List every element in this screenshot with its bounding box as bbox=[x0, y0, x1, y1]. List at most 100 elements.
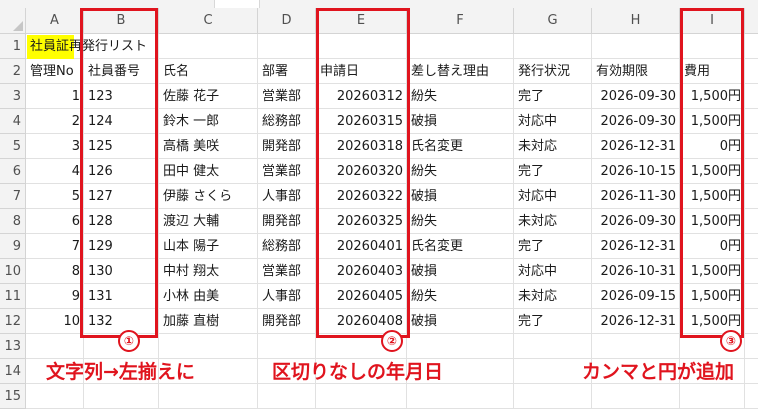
table-cell[interactable]: 3 bbox=[26, 134, 84, 159]
table-cell[interactable]: 2026-09-30 bbox=[592, 84, 680, 109]
table-cell[interactable]: 氏名変更 bbox=[407, 134, 514, 159]
table-cell[interactable]: 山本 陽子 bbox=[159, 234, 258, 259]
table-cell[interactable]: 総務部 bbox=[258, 234, 316, 259]
table-cell[interactable]: 2026-09-15 bbox=[592, 284, 680, 309]
column-header-d[interactable]: D bbox=[258, 8, 316, 34]
table-cell[interactable]: 2026-09-30 bbox=[592, 209, 680, 234]
row-header-12[interactable]: 12 bbox=[0, 309, 26, 334]
table-cell[interactable]: 対応中 bbox=[514, 184, 592, 209]
annotation-label-3: カンマと円が追加 bbox=[582, 361, 735, 383]
header-cell[interactable]: 部署 bbox=[258, 59, 316, 84]
table-cell[interactable]: 破損 bbox=[407, 259, 514, 284]
row-header-10[interactable]: 10 bbox=[0, 259, 26, 284]
table-cell[interactable]: 紛失 bbox=[407, 209, 514, 234]
row-header-7[interactable]: 7 bbox=[0, 184, 26, 209]
table-cell[interactable]: 完了 bbox=[514, 309, 592, 334]
table-cell[interactable]: 人事部 bbox=[258, 284, 316, 309]
table-cell[interactable]: 5 bbox=[26, 184, 84, 209]
table-cell[interactable]: 加藤 直樹 bbox=[159, 309, 258, 334]
table-cell[interactable]: 人事部 bbox=[258, 184, 316, 209]
row-header-14[interactable]: 14 bbox=[0, 359, 26, 384]
row-header-9[interactable]: 9 bbox=[0, 234, 26, 259]
table-cell[interactable]: 紛失 bbox=[407, 284, 514, 309]
select-all-corner[interactable] bbox=[0, 8, 26, 34]
table-cell[interactable]: 破損 bbox=[407, 309, 514, 334]
row-header-13[interactable]: 13 bbox=[0, 334, 26, 359]
table-cell[interactable]: 2026-10-15 bbox=[592, 159, 680, 184]
sheet-title[interactable]: 社員証再発行リスト bbox=[26, 34, 326, 59]
table-cell[interactable]: 対応中 bbox=[514, 259, 592, 284]
row-header-1[interactable]: 1 bbox=[0, 34, 26, 59]
header-cell[interactable]: 有効期限 bbox=[592, 59, 680, 84]
row-header-3[interactable]: 3 bbox=[0, 84, 26, 109]
table-cell[interactable]: 10 bbox=[26, 309, 84, 334]
column-header-a[interactable]: A bbox=[26, 8, 84, 34]
highlight-box-request-date bbox=[316, 8, 410, 338]
table-cell[interactable]: 未対応 bbox=[514, 134, 592, 159]
table-cell[interactable]: 対応中 bbox=[514, 109, 592, 134]
top-strip bbox=[0, 0, 758, 8]
table-cell[interactable]: 開発部 bbox=[258, 134, 316, 159]
table-cell[interactable]: 開発部 bbox=[258, 309, 316, 334]
table-cell[interactable]: 2026-12-31 bbox=[592, 309, 680, 334]
table-cell[interactable]: 営業部 bbox=[258, 159, 316, 184]
table-cell[interactable]: 2026-12-31 bbox=[592, 134, 680, 159]
table-cell[interactable]: 1 bbox=[26, 84, 84, 109]
table-cell[interactable]: 営業部 bbox=[258, 259, 316, 284]
table-cell[interactable]: 営業部 bbox=[258, 84, 316, 109]
table-cell[interactable]: 4 bbox=[26, 159, 84, 184]
badge-2: ② bbox=[381, 330, 403, 352]
table-cell[interactable]: 田中 健太 bbox=[159, 159, 258, 184]
table-cell[interactable]: 高橋 美咲 bbox=[159, 134, 258, 159]
row-header-6[interactable]: 6 bbox=[0, 159, 26, 184]
table-cell[interactable]: 破損 bbox=[407, 184, 514, 209]
table-cell[interactable]: 開発部 bbox=[258, 209, 316, 234]
table-cell[interactable]: 9 bbox=[26, 284, 84, 309]
header-cell[interactable]: 氏名 bbox=[159, 59, 258, 84]
table-cell[interactable]: 2026-09-30 bbox=[592, 109, 680, 134]
table-cell[interactable]: 2 bbox=[26, 109, 84, 134]
table-cell[interactable]: 中村 翔太 bbox=[159, 259, 258, 284]
select-all-triangle bbox=[13, 21, 23, 31]
table-cell[interactable]: 6 bbox=[26, 209, 84, 234]
table-cell[interactable]: 8 bbox=[26, 259, 84, 284]
badge-1: ① bbox=[118, 330, 140, 352]
table-cell[interactable]: 小林 由美 bbox=[159, 284, 258, 309]
row-header-5[interactable]: 5 bbox=[0, 134, 26, 159]
row-header-2[interactable]: 2 bbox=[0, 59, 26, 84]
table-cell[interactable]: 紛失 bbox=[407, 84, 514, 109]
table-cell[interactable]: 未対応 bbox=[514, 209, 592, 234]
formula-bar-edge bbox=[214, 0, 260, 8]
row-gridline bbox=[26, 408, 758, 409]
badge-3: ③ bbox=[720, 330, 742, 352]
table-cell[interactable]: 7 bbox=[26, 234, 84, 259]
table-cell[interactable]: 2026-12-31 bbox=[592, 234, 680, 259]
table-cell[interactable]: 破損 bbox=[407, 109, 514, 134]
row-header-15[interactable]: 15 bbox=[0, 384, 26, 409]
table-cell[interactable]: 完了 bbox=[514, 234, 592, 259]
column-header-h[interactable]: H bbox=[592, 8, 680, 34]
annotation-label-1: 文字列→左揃えに bbox=[46, 361, 195, 383]
table-cell[interactable]: 紛失 bbox=[407, 159, 514, 184]
table-cell[interactable]: 未対応 bbox=[514, 284, 592, 309]
highlight-box-employee-no bbox=[80, 8, 158, 338]
column-header-c[interactable]: C bbox=[159, 8, 258, 34]
table-cell[interactable]: 渡辺 大輔 bbox=[159, 209, 258, 234]
table-cell[interactable]: 2026-11-30 bbox=[592, 184, 680, 209]
table-cell[interactable]: 総務部 bbox=[258, 109, 316, 134]
column-header-f[interactable]: F bbox=[407, 8, 514, 34]
row-header-8[interactable]: 8 bbox=[0, 209, 26, 234]
table-cell[interactable]: 氏名変更 bbox=[407, 234, 514, 259]
row-header-4[interactable]: 4 bbox=[0, 109, 26, 134]
table-cell[interactable]: 完了 bbox=[514, 84, 592, 109]
table-cell[interactable]: 佐藤 花子 bbox=[159, 84, 258, 109]
table-cell[interactable]: 2026-10-31 bbox=[592, 259, 680, 284]
table-cell[interactable]: 鈴木 一郎 bbox=[159, 109, 258, 134]
table-cell[interactable]: 完了 bbox=[514, 159, 592, 184]
table-cell[interactable]: 伊藤 さくら bbox=[159, 184, 258, 209]
header-cell[interactable]: 管理No bbox=[26, 59, 84, 84]
header-cell[interactable]: 発行状況 bbox=[514, 59, 592, 84]
row-header-11[interactable]: 11 bbox=[0, 284, 26, 309]
column-header-g[interactable]: G bbox=[514, 8, 592, 34]
header-cell[interactable]: 差し替え理由 bbox=[407, 59, 514, 84]
